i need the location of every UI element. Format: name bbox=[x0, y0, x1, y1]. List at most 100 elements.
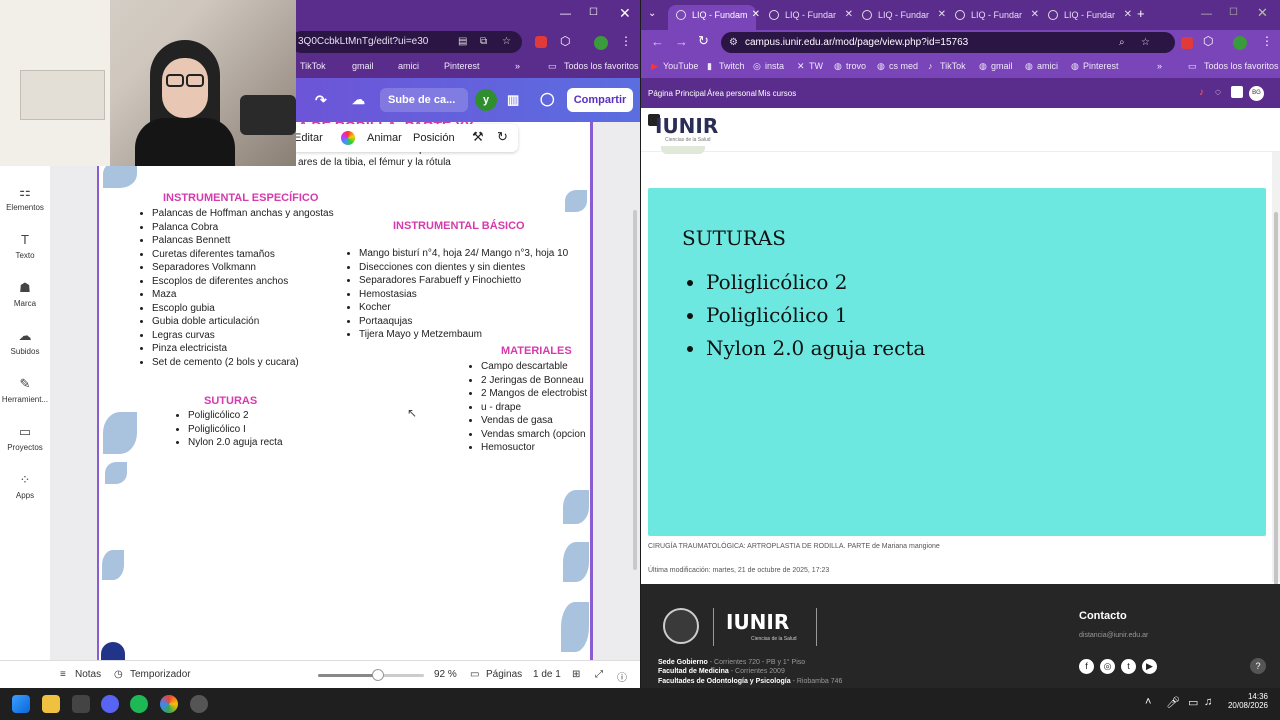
zoom-value[interactable]: 92 % bbox=[434, 669, 457, 680]
bookmark-all[interactable]: Todos los favoritos bbox=[1204, 61, 1279, 71]
profile-avatar-icon[interactable] bbox=[594, 36, 608, 50]
sidebar-item-projects[interactable]: ▭ Proyectos bbox=[0, 425, 50, 453]
close-tab-icon[interactable]: ✕ bbox=[1124, 5, 1132, 25]
app-icon[interactable] bbox=[190, 695, 208, 713]
close-tab-icon[interactable]: ✕ bbox=[752, 5, 760, 25]
chat-icon[interactable]: ◌ bbox=[1215, 87, 1221, 98]
bookmark-csmed[interactable]: cs med bbox=[889, 61, 918, 71]
close-tab-icon[interactable]: ✕ bbox=[938, 5, 946, 25]
tab[interactable]: LIQ - Fundar ✕ bbox=[761, 5, 853, 30]
bookmark-trovo[interactable]: trovo bbox=[846, 61, 866, 71]
clipboard-icon[interactable]: ▤ bbox=[458, 31, 467, 53]
site-info-icon[interactable]: ⚙ bbox=[729, 32, 738, 53]
facebook-icon[interactable]: f bbox=[1079, 659, 1094, 674]
tray-chevron-icon[interactable]: ˄ bbox=[1145, 696, 1151, 708]
nav-home[interactable]: Página Principal bbox=[648, 89, 706, 98]
file-explorer-icon[interactable] bbox=[42, 695, 60, 713]
left-omnibox[interactable]: 3Q0CcbkLtMnTg/edit?ui=e30 ▤ ⧉ ☆ bbox=[290, 31, 522, 53]
extensions-icon[interactable]: ⬡ bbox=[1203, 34, 1213, 48]
windows-start-icon[interactable] bbox=[12, 695, 30, 713]
sidebar-item-brand[interactable]: ☗ Marca bbox=[0, 281, 50, 309]
nav-my-courses[interactable]: Mis cursos bbox=[758, 89, 796, 98]
pages-button[interactable]: Páginas bbox=[486, 669, 522, 680]
chrome-icon[interactable] bbox=[160, 695, 178, 713]
reload-icon[interactable]: ↻ bbox=[698, 33, 709, 49]
volume-icon[interactable]: ♫ bbox=[1204, 696, 1212, 708]
close-tab-icon[interactable]: ✕ bbox=[1031, 5, 1039, 25]
minimize-icon[interactable]: — bbox=[1201, 8, 1212, 20]
share-button[interactable]: Compartir bbox=[567, 88, 633, 112]
help-icon[interactable]: ⓘ bbox=[617, 669, 627, 684]
bookmark-pinterest[interactable]: Pinterest bbox=[1083, 61, 1119, 71]
chevron-right-icon[interactable]: » bbox=[1157, 61, 1162, 71]
profile-avatar-icon[interactable] bbox=[1233, 36, 1247, 50]
network-icon[interactable]: ▭ bbox=[1188, 696, 1198, 709]
close-tab-icon[interactable]: ✕ bbox=[845, 5, 853, 25]
redo-icon[interactable]: ↷ bbox=[315, 92, 327, 109]
cloud-icon[interactable]: ☁ bbox=[352, 92, 365, 108]
bookmark-all[interactable]: Todos los favoritos bbox=[564, 61, 639, 71]
refresh-icon[interactable]: ↻ bbox=[497, 129, 508, 145]
sidebar-item-tools[interactable]: ✎ Herramient... bbox=[0, 377, 50, 405]
extension-red-icon[interactable] bbox=[535, 36, 547, 48]
sidebar-item-uploads[interactable]: ☁ Subidos bbox=[0, 329, 50, 357]
sidebar-item-apps[interactable]: ⁘ Apps bbox=[0, 473, 50, 501]
forward-icon[interactable]: → bbox=[675, 34, 688, 49]
page-scrollbar[interactable] bbox=[1272, 152, 1280, 632]
bookmark-amici[interactable]: amici bbox=[398, 61, 419, 71]
bookmark-insta[interactable]: insta bbox=[765, 61, 784, 71]
translate-icon[interactable]: ⧉ bbox=[480, 31, 487, 53]
timer-button[interactable]: Temporizador bbox=[130, 669, 191, 680]
bookmark-youtube[interactable]: YouTube bbox=[663, 61, 698, 71]
bookmark-tiktok[interactable]: TikTok bbox=[300, 61, 326, 71]
url-bar[interactable]: ⚙ campus.iunir.edu.ar/mod/page/view.php?… bbox=[721, 32, 1175, 53]
design-page[interactable]: A DE RODILLA. PARTE XX nto durante el cu… bbox=[97, 118, 593, 660]
notes-icon[interactable]: ≡ bbox=[60, 669, 66, 680]
animate-button[interactable]: Animar bbox=[367, 132, 402, 144]
close-icon[interactable]: ✕ bbox=[1257, 5, 1268, 21]
new-tab-icon[interactable]: + bbox=[1137, 6, 1145, 21]
chevron-right-icon[interactable]: » bbox=[515, 61, 520, 71]
twitter-icon[interactable]: t bbox=[1121, 659, 1136, 674]
chart-icon[interactable]: ▥ bbox=[507, 92, 519, 108]
messages-icon[interactable] bbox=[1231, 86, 1243, 98]
bookmark-pinterest[interactable]: Pinterest bbox=[444, 61, 480, 71]
clock[interactable]: 14:36 20/08/2026 bbox=[1222, 692, 1268, 710]
user-avatar[interactable]: BG bbox=[1249, 86, 1264, 101]
bookmark-tw[interactable]: TW bbox=[809, 61, 823, 71]
grid-view-icon[interactable]: ⊞ bbox=[572, 669, 580, 680]
comment-icon[interactable]: ◯ bbox=[540, 91, 555, 107]
bookmark-amici[interactable]: amici bbox=[1037, 61, 1058, 71]
maximize-icon[interactable]: ☐ bbox=[589, 7, 598, 18]
position-button[interactable]: Posición bbox=[413, 132, 455, 144]
bookmark-twitch[interactable]: Twitch bbox=[719, 61, 745, 71]
youtube-icon[interactable]: ▶ bbox=[1142, 659, 1157, 674]
site-logo[interactable]: IUNIR bbox=[655, 114, 718, 138]
tab[interactable]: LIQ - Fundar ✕ bbox=[854, 5, 946, 30]
bookmark-gmail[interactable]: gmail bbox=[352, 61, 374, 71]
color-wheel-icon[interactable] bbox=[341, 131, 355, 145]
zoom-icon[interactable]: ⌕ bbox=[1119, 32, 1125, 53]
minimize-icon[interactable]: — bbox=[560, 8, 571, 20]
notes-button[interactable]: Notas bbox=[75, 669, 101, 680]
menu-dots-icon[interactable]: ⋮ bbox=[1261, 34, 1273, 48]
zoom-slider-handle[interactable] bbox=[372, 669, 384, 681]
fullscreen-icon[interactable]: ⤢ bbox=[595, 669, 603, 680]
tab[interactable]: LIQ - Fundar ✕ bbox=[1040, 5, 1132, 30]
tab-search-icon[interactable]: ⌄ bbox=[648, 8, 656, 19]
contact-email[interactable]: distancia@iunir.edu.ar bbox=[1079, 632, 1148, 639]
sidebar-item-text[interactable]: T Texto bbox=[0, 233, 50, 261]
star-icon[interactable]: ☆ bbox=[502, 31, 511, 53]
tab[interactable]: LIQ - Fundar ✕ bbox=[947, 5, 1039, 30]
spotify-icon[interactable] bbox=[130, 695, 148, 713]
extensions-icon[interactable]: ⬡ bbox=[560, 34, 570, 48]
nav-dashboard[interactable]: Área personal bbox=[707, 89, 757, 98]
help-icon[interactable]: ? bbox=[1250, 658, 1266, 674]
edit-button[interactable]: Editar bbox=[294, 132, 323, 144]
pages-icon[interactable]: ▭ bbox=[470, 669, 479, 680]
instagram-icon[interactable]: ◎ bbox=[1100, 659, 1115, 674]
collaborator-avatar[interactable]: y bbox=[475, 89, 497, 111]
paint-format-icon[interactable]: ⚒ bbox=[472, 129, 484, 145]
close-icon[interactable]: ✕ bbox=[619, 5, 631, 22]
extension-red-icon[interactable] bbox=[1181, 37, 1193, 49]
